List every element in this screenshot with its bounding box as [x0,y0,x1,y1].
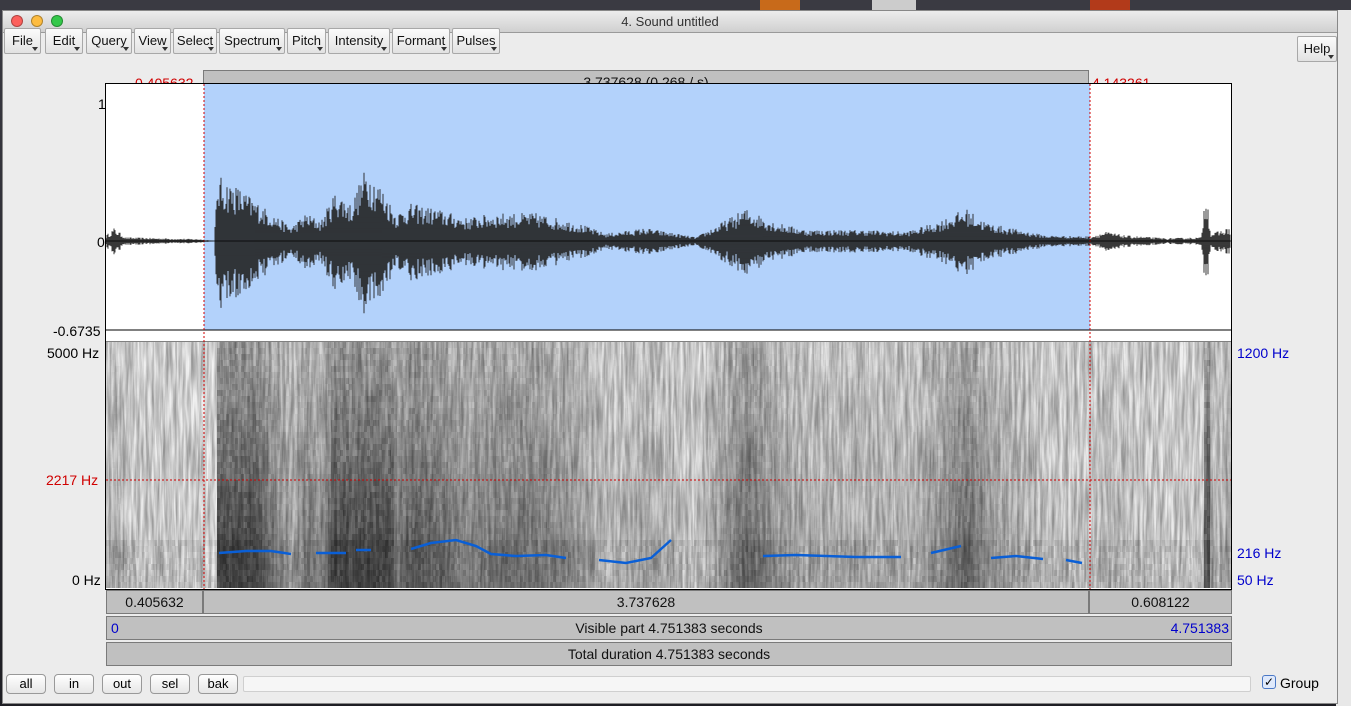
total-duration-bar[interactable]: Total duration 4.751383 seconds [106,642,1232,666]
selection-highlight [204,84,1090,330]
group-checkbox[interactable]: ✓ [1262,675,1276,689]
spectrogram-fmin-label: 0 Hz [72,572,101,588]
menu-label: Query [91,33,127,48]
dropdown-arrow-icon [32,47,38,51]
menu-query[interactable]: Query [86,28,132,54]
show-all-button[interactable]: all [6,674,46,694]
menu-label: Select [176,33,214,48]
button-label: out [112,676,132,691]
menu-formant[interactable]: Formant [392,28,450,54]
dropdown-arrow-icon [491,47,497,51]
sound-display-area[interactable] [105,83,1232,590]
menu-label: Pitch [292,33,321,48]
sound-canvas[interactable] [106,84,1231,589]
dropdown-arrow-icon [162,47,168,51]
pitch-max-label: 1200 Hz [1237,345,1290,361]
menu-label: Help [1303,41,1331,56]
zoom-back-button[interactable]: bak [198,674,238,694]
menu-spectrum[interactable]: Spectrum [219,28,285,54]
button-label: sel [161,676,179,691]
right-time-segment[interactable]: 0.608122 [1089,590,1232,614]
button-label: in [68,676,80,691]
dropdown-arrow-icon [317,47,323,51]
selected-time-segment[interactable]: 3.737628 [203,590,1089,614]
right-segment-label: 0.608122 [1131,594,1190,610]
button-label: bak [207,676,229,691]
menu-label: Pulses [456,33,496,48]
menu-file[interactable]: File [4,28,41,54]
background-window-strip [1336,10,1351,706]
zoom-out-button[interactable]: out [102,674,142,694]
menu-pitch[interactable]: Pitch [287,28,326,54]
selected-segment-label: 3.737628 [616,594,676,610]
menu-edit[interactable]: Edit [45,28,83,54]
waveform-ymin-label: -0.6735 [53,323,101,339]
spectrogram-fmax-label: 5000 Hz [47,345,100,361]
pitch-min-label: 50 Hz [1237,572,1274,588]
menu-view[interactable]: View [134,28,171,54]
pitch-mid-label: 216 Hz [1237,545,1282,561]
window-title: 4. Sound untitled [621,14,719,29]
zoom-in-button[interactable]: in [54,674,94,694]
menu-pulses[interactable]: Pulses [452,28,500,54]
dropdown-arrow-icon [123,47,129,51]
horizontal-scrollbar[interactable] [243,676,1251,692]
total-duration-label: Total duration 4.751383 seconds [567,646,771,662]
dropdown-arrow-icon [276,47,282,51]
menu-label: Spectrum [224,33,280,48]
dropdown-arrow-icon [74,47,80,51]
dropdown-arrow-icon [441,47,447,51]
menu-label: Intensity [334,33,384,48]
menu-help[interactable]: Help [1297,36,1337,62]
visible-start-label: 0 [111,620,119,636]
waveform-zero-label: 0 [97,234,105,250]
group-label: Group [1280,675,1319,691]
menu-label: View [138,33,167,48]
visible-end-label: 4.751383 [1170,620,1229,636]
menu-label: File [12,33,33,48]
menu-intensity[interactable]: Intensity [328,28,390,54]
visible-part-bar[interactable]: 0 Visible part 4.751383 seconds 4.751383 [106,616,1232,640]
dropdown-arrow-icon [208,47,214,51]
zoom-selection-button[interactable]: sel [150,674,190,694]
menu-label: Edit [52,33,76,48]
spectrogram-cursor-frequency: 2217 Hz [46,472,99,488]
visible-part-label: Visible part 4.751383 seconds [575,620,763,636]
menu-label: Formant [396,33,446,48]
left-time-segment[interactable]: 0.405632 [106,590,203,614]
dropdown-arrow-icon [1328,55,1334,59]
button-label: all [19,676,33,691]
menu-select[interactable]: Select [173,28,217,54]
dropdown-arrow-icon [381,47,387,51]
left-segment-label: 0.405632 [125,594,184,610]
checkmark-icon: ✓ [1263,675,1275,689]
